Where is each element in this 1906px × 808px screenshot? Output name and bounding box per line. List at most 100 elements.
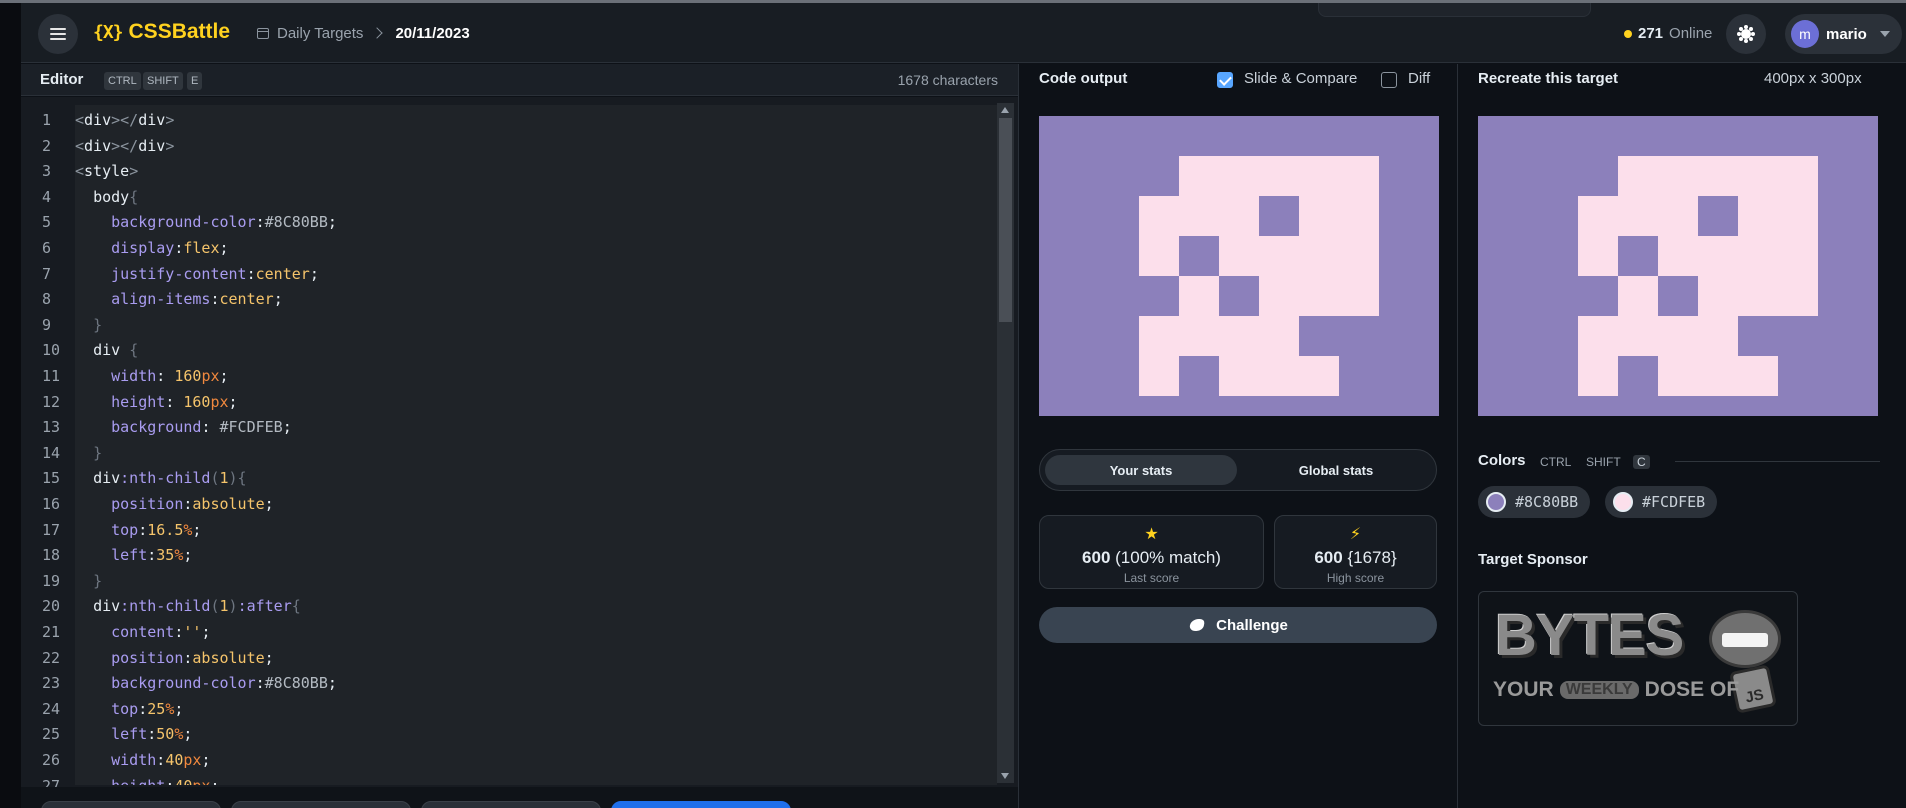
logo-text: CSSBattle — [128, 20, 231, 43]
diff-checkbox[interactable] — [1381, 72, 1397, 88]
last-score-value: 600 — [1082, 548, 1111, 567]
target-dimensions: 400px x 300px — [1764, 70, 1862, 87]
menu-button[interactable] — [38, 14, 78, 54]
art-block — [1259, 196, 1299, 236]
code-line[interactable]: content:''; — [75, 620, 997, 646]
online-indicator: 271 Online — [1624, 25, 1712, 42]
code-line[interactable]: left:50%; — [75, 722, 997, 748]
bottom-tab-submit[interactable] — [611, 801, 791, 808]
line-number-gutter: 123⌄4⌄5678910⌄1112131415⌄1617181920⌄2122… — [21, 105, 88, 795]
bottom-tab-1[interactable] — [41, 801, 221, 808]
line-number: 12 — [42, 392, 61, 411]
pane-divider[interactable] — [1018, 64, 1019, 808]
slide-compare-checkbox[interactable] — [1217, 72, 1233, 88]
code-line[interactable]: } — [75, 313, 997, 339]
color-swatch-pink[interactable]: #FCDFEB — [1605, 486, 1718, 518]
code-line[interactable]: width: 160px; — [75, 364, 997, 390]
art-block — [1179, 356, 1219, 396]
last-score-label: Last score — [1123, 571, 1180, 585]
bottom-tab-2[interactable] — [231, 801, 411, 808]
code-line[interactable]: top:25%; — [75, 697, 997, 723]
line-number: 26 — [42, 751, 61, 769]
scroll-down-icon[interactable] — [1001, 773, 1009, 779]
art-block — [1219, 276, 1259, 316]
app-header: {X} CSSBattle Daily Targets 20/11/2023 2… — [21, 3, 1906, 63]
code-output-preview[interactable] — [1039, 116, 1439, 416]
diff-label[interactable]: Diff — [1408, 70, 1430, 87]
art-block — [1299, 316, 1379, 356]
divider — [1675, 461, 1880, 462]
scroll-up-icon[interactable] — [1001, 107, 1009, 113]
line-number: 8 — [42, 290, 52, 309]
tab-your-stats[interactable]: Your stats — [1045, 455, 1237, 485]
code-editor[interactable]: <div></div> <div></div> <style> body{ back… — [75, 105, 997, 785]
high-score-chars: {1678} — [1347, 548, 1397, 567]
chevron-down-icon — [1879, 31, 1890, 37]
line-number: 9 — [42, 315, 52, 334]
line-number: 16 — [42, 495, 61, 513]
art-block — [1139, 276, 1179, 316]
art-block — [1778, 356, 1818, 396]
scroll-thumb[interactable] — [999, 118, 1012, 322]
bottom-tab-3[interactable] — [421, 801, 601, 808]
kbd-shift: SHIFT — [143, 72, 183, 90]
code-line[interactable]: height:40px; — [75, 774, 997, 785]
kbd-e: E — [187, 72, 203, 90]
sponsor-tag-weekly: WEEKLY — [1559, 681, 1639, 699]
target-preview[interactable] — [1478, 116, 1878, 416]
line-number: 3 — [42, 162, 52, 181]
last-score-match: (100% match) — [1115, 548, 1221, 567]
high-score: 600 {1678} — [1275, 548, 1436, 568]
line-number: 13 — [42, 418, 61, 437]
code-line[interactable]: height: 160px; — [75, 390, 997, 416]
code-line[interactable]: display:flex; — [75, 236, 997, 262]
line-number: 19 — [42, 571, 61, 590]
editor-scrollbar[interactable] — [997, 103, 1014, 783]
code-line[interactable]: <div></div> — [75, 108, 997, 134]
line-number: 24 — [42, 699, 61, 718]
pane-divider[interactable] — [1457, 64, 1458, 808]
code-line[interactable]: position:absolute; — [75, 646, 997, 672]
code-line[interactable]: align-items:center; — [75, 287, 997, 313]
code-line[interactable]: justify-content:center; — [75, 262, 997, 288]
code-line[interactable]: div:nth-child(1):after{ — [75, 594, 997, 620]
code-line[interactable]: left:35%; — [75, 543, 997, 569]
theme-toggle-button[interactable] — [1726, 14, 1766, 54]
slide-compare-label[interactable]: Slide & Compare — [1244, 70, 1357, 87]
art-block — [1139, 356, 1339, 396]
code-line[interactable]: <div></div> — [75, 134, 997, 160]
code-line[interactable]: } — [75, 441, 997, 467]
code-line[interactable]: background-color:#8C80BB; — [75, 210, 997, 236]
line-number: 11 — [42, 367, 61, 385]
code-line[interactable]: } — [75, 569, 997, 595]
high-score-value: 600 — [1314, 548, 1343, 567]
user-menu-button[interactable]: m mario — [1785, 14, 1902, 54]
art-block — [1618, 156, 1818, 196]
line-number: 5 — [42, 213, 52, 232]
art-block — [1179, 236, 1219, 276]
line-number: 6 — [42, 239, 52, 257]
color-swatch-purple[interactable]: #8C80BB — [1478, 486, 1591, 518]
logo[interactable]: {X} CSSBattle — [93, 17, 230, 47]
art-block — [1618, 236, 1658, 276]
code-line[interactable]: background: #FCDFEB; — [75, 415, 997, 441]
line-number: 20 — [42, 597, 61, 616]
code-line[interactable]: position:absolute; — [75, 492, 997, 518]
tab-global-stats[interactable]: Global stats — [1240, 455, 1432, 485]
code-line[interactable]: body{ — [75, 185, 997, 211]
challenge-button[interactable]: Challenge — [1039, 607, 1437, 643]
code-line[interactable]: div { — [75, 338, 997, 364]
line-number: 14 — [42, 443, 61, 462]
line-number: 21 — [42, 623, 61, 641]
editor-header: Editor CTRL SHIFT E 1678 characters — [21, 64, 1018, 96]
code-line[interactable]: <style> — [75, 159, 997, 185]
breadcrumb-daily-targets[interactable]: Daily Targets — [277, 25, 363, 42]
code-line[interactable]: width:40px; — [75, 748, 997, 774]
line-number: 25 — [42, 725, 61, 744]
code-line[interactable]: div:nth-child(1){ — [75, 466, 997, 492]
logo-mark: {X} — [93, 21, 123, 43]
sponsor-card[interactable]: BYTES JS YOUR WEEKLY DOSE OF — [1478, 591, 1798, 726]
code-line[interactable]: background-color:#8C80BB; — [75, 671, 997, 697]
code-line[interactable]: top:16.5%; — [75, 518, 997, 544]
color-hex: #8C80BB — [1515, 493, 1579, 511]
